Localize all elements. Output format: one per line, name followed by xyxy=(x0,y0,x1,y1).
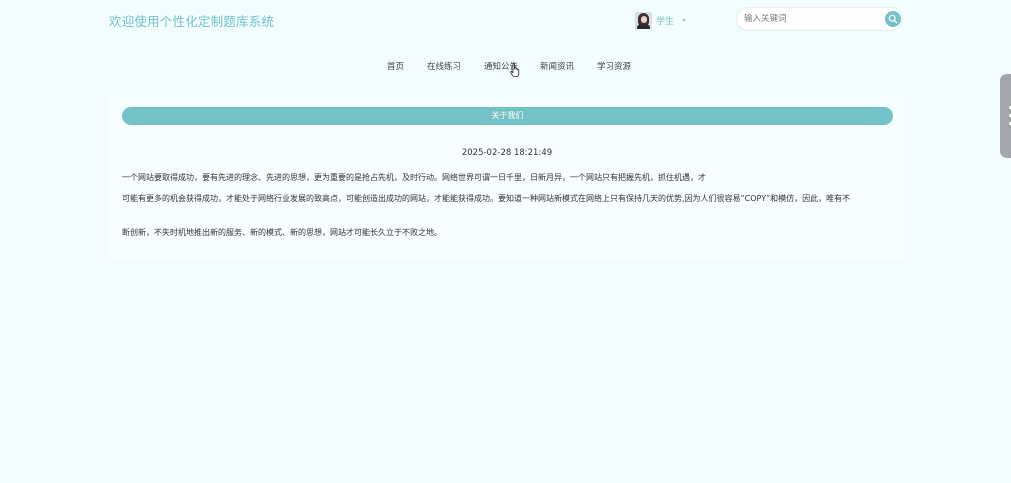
user-name[interactable]: 学生 xyxy=(656,14,674,27)
article-paragraph: 断创新，不失时机地推出新的服务、新的模式、新的思想，网站才可能长久立于不败之地。 xyxy=(122,228,442,237)
avatar[interactable] xyxy=(635,11,652,29)
article-title: 关于我们 xyxy=(122,107,893,125)
search-icon xyxy=(888,14,898,24)
article-paragraph: 一个网站要取得成功，要有先进的理念、先进的思想，更为重要的是抢占先机，及时行动。… xyxy=(122,173,706,182)
chevron-down-icon[interactable] xyxy=(682,18,687,22)
search-box xyxy=(736,7,903,31)
user-menu[interactable]: 学生 xyxy=(635,10,687,30)
article-paragraph: 可能有更多的机会获得成功，才能处于网络行业发展的致高点，可能创造出成功的网站，才… xyxy=(122,194,851,203)
search-button[interactable] xyxy=(885,11,901,27)
search-input[interactable] xyxy=(744,11,874,27)
side-drawer-tab[interactable] xyxy=(1000,74,1011,158)
nav-item-online-practice[interactable]: 在线练习 xyxy=(427,60,461,72)
article-card: 关于我们 2025-02-28 18:21:49 一个网站要取得成功，要有先进的… xyxy=(109,96,905,260)
nav-item-home[interactable]: 首页 xyxy=(387,60,404,72)
main-nav: 首页 在线练习 通知公告 新闻资讯 学习资源 xyxy=(0,60,1011,72)
article-date: 2025-02-28 18:21:49 xyxy=(461,148,553,158)
nav-item-notices[interactable]: 通知公告 xyxy=(484,60,518,72)
nav-item-news[interactable]: 新闻资讯 xyxy=(540,60,574,72)
site-title: 欢迎使用个性化定制题库系统 xyxy=(109,14,275,29)
nav-item-learning-resources[interactable]: 学习资源 xyxy=(597,60,631,72)
